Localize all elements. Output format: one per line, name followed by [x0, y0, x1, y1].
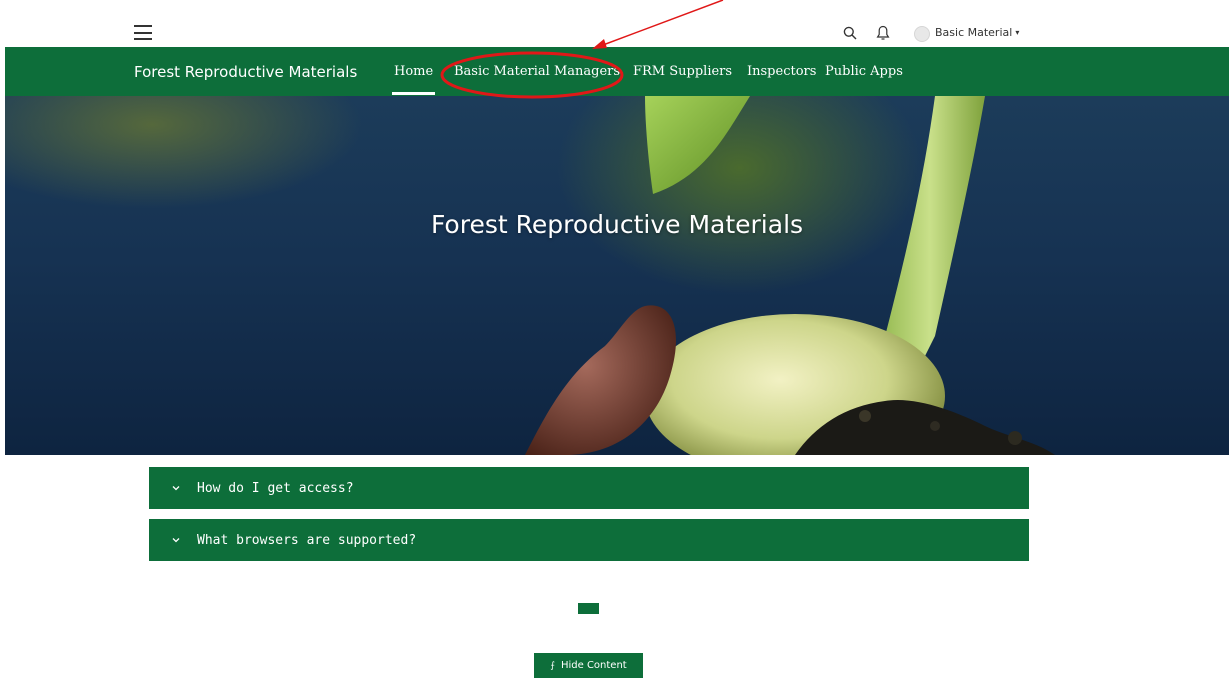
nav-inspectors[interactable]: Inspectors [747, 64, 816, 79]
hero-title: Forest Reproductive Materials [430, 210, 804, 239]
annotation-arrow [602, 0, 724, 46]
chevron-down-icon [172, 538, 180, 543]
hero-banner: Forest Reproductive Materials [5, 96, 1229, 455]
accordion-access[interactable]: How do I get access? [149, 467, 1029, 509]
caret-down-icon: ▾ [1015, 28, 1020, 37]
site-brand[interactable]: Forest Reproductive Materials [134, 63, 357, 81]
nav-home[interactable]: Home [391, 64, 436, 95]
bell-icon[interactable] [876, 25, 890, 41]
accordion-browsers[interactable]: What browsers are supported? [149, 519, 1029, 561]
hamburger-menu-icon[interactable] [134, 25, 152, 40]
nav-public-apps[interactable]: Public Apps [825, 64, 903, 79]
user-name: Basic Material [935, 26, 1013, 39]
nav-frm-suppliers[interactable]: FRM Suppliers [633, 64, 732, 79]
accordion-title: How do I get access? [197, 480, 354, 496]
rss-icon: ⨍ [550, 660, 555, 671]
accordion-title: What browsers are supported? [197, 532, 417, 548]
nav-basic-material-managers[interactable]: Basic Material Managers [454, 64, 620, 79]
hero-sprout-image [525, 96, 1055, 455]
chevron-down-icon [172, 486, 180, 491]
hide-content-button[interactable]: ⨍ Hide Content [534, 653, 643, 678]
collapsed-content-block[interactable] [578, 603, 599, 614]
hide-content-label: Hide Content [560, 660, 627, 671]
search-icon[interactable] [843, 26, 857, 40]
user-menu[interactable]: Basic Material ▾ [935, 25, 1019, 41]
main-navbar: Forest Reproductive Materials Home Basic… [5, 47, 1229, 96]
avatar[interactable] [914, 26, 930, 42]
